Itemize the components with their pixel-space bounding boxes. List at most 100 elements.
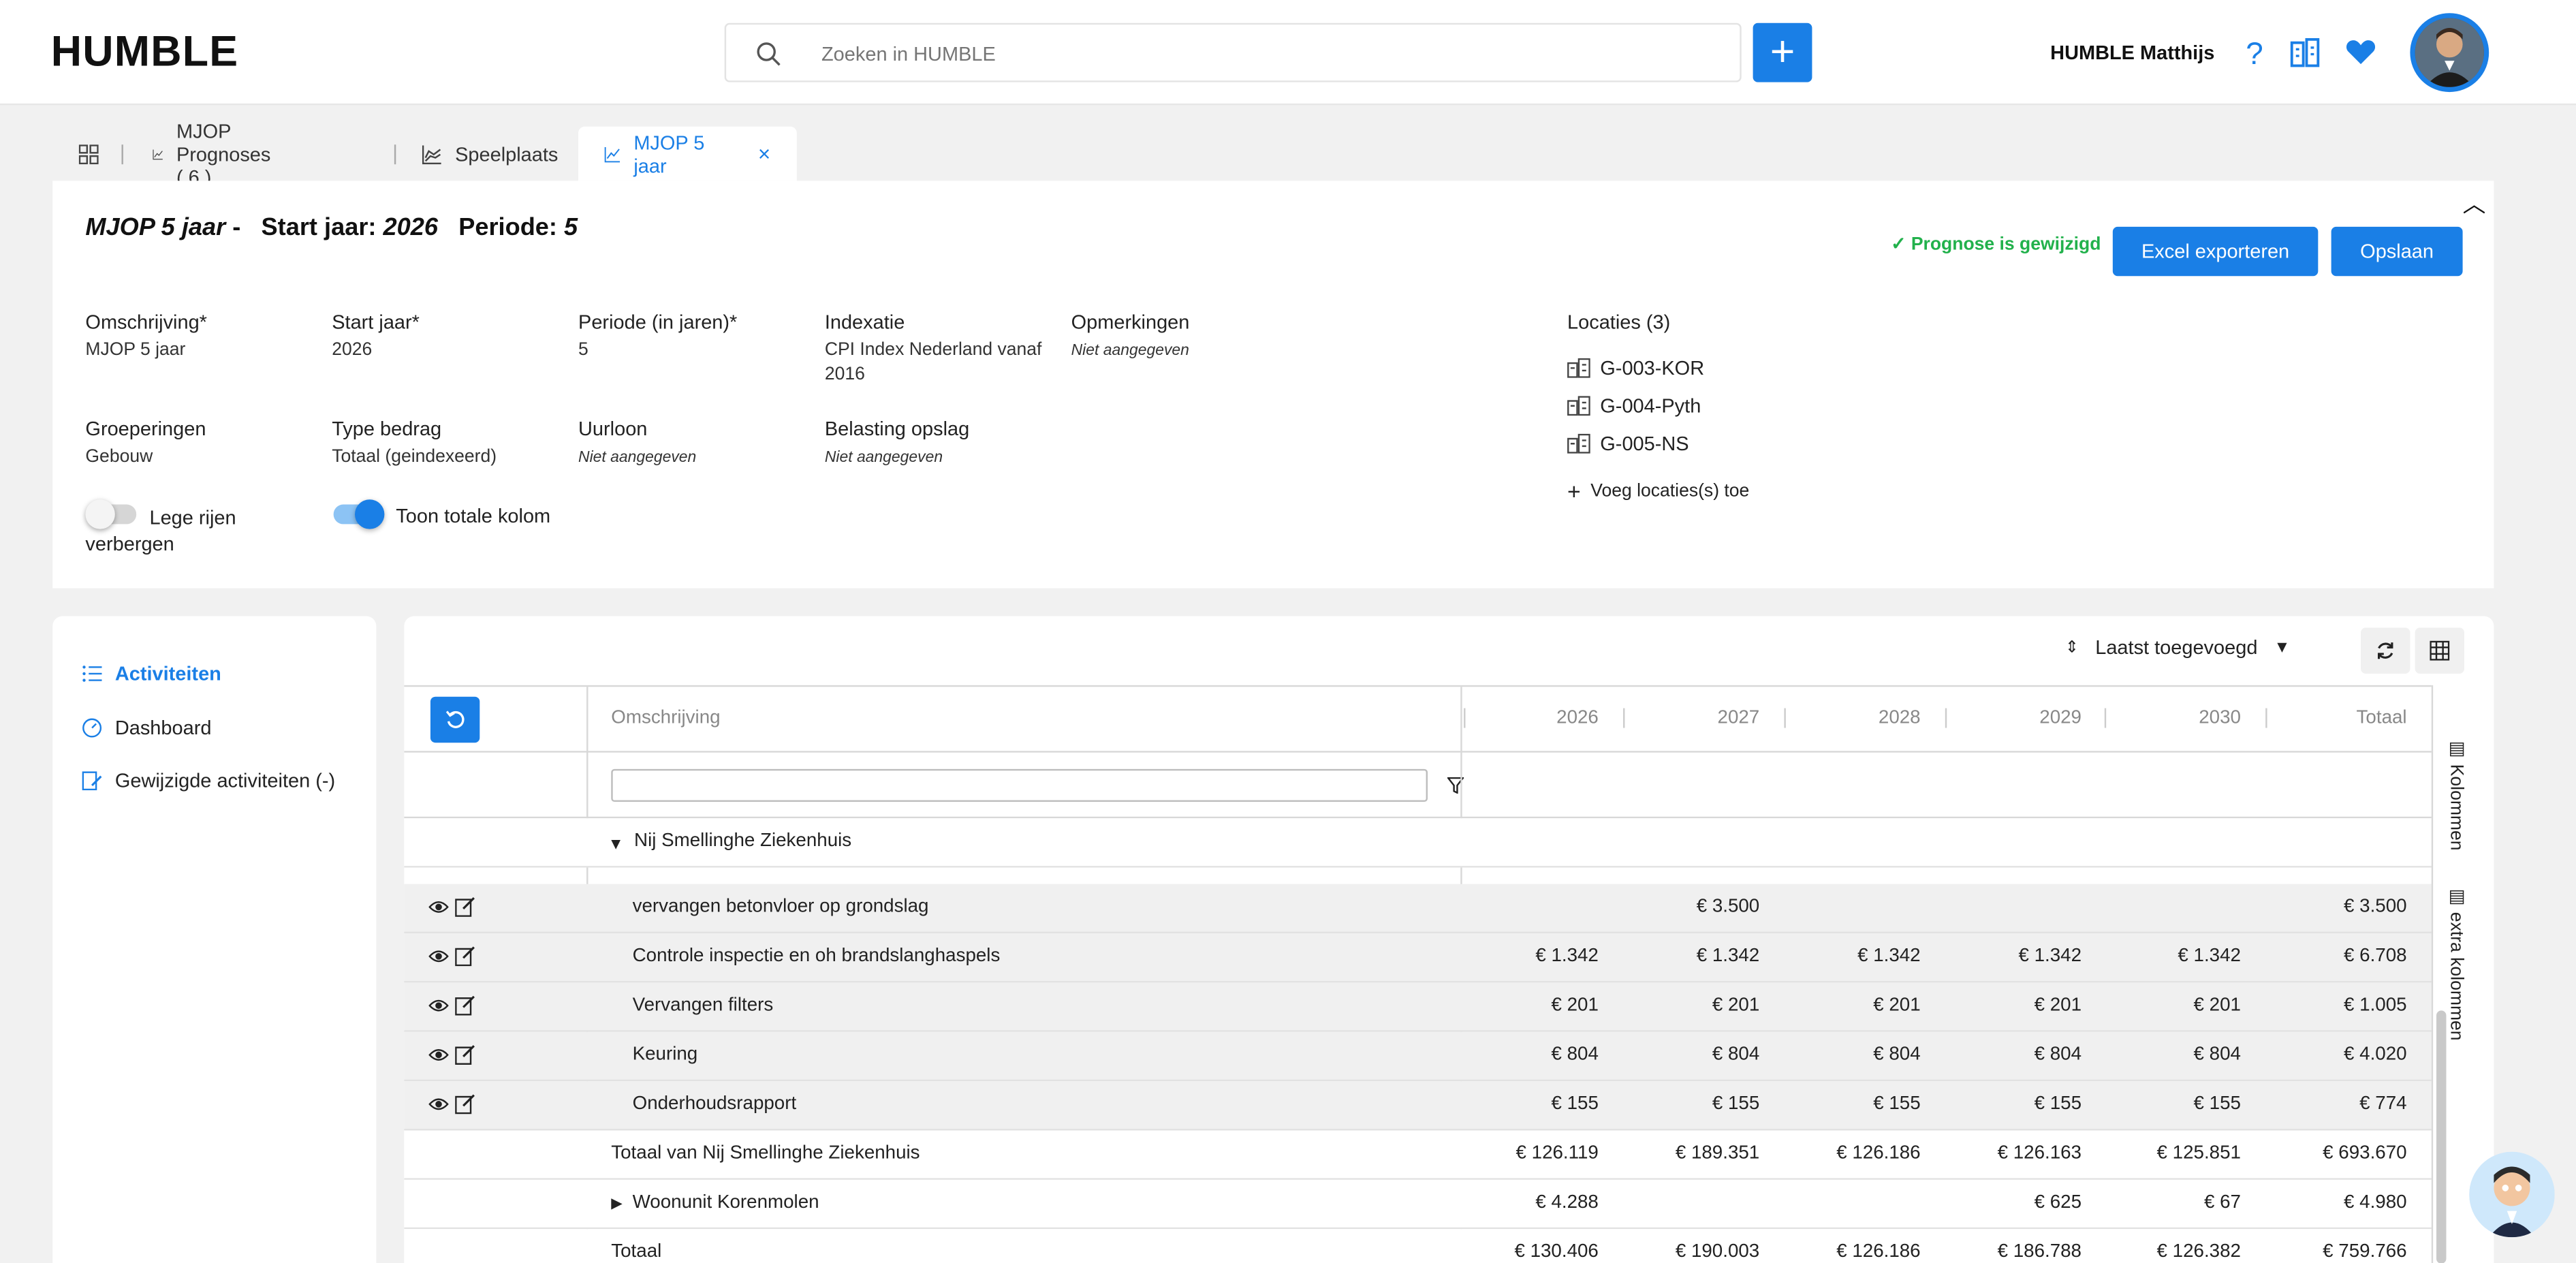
tab-mjop-prognoses[interactable]: MJOP Prognoses ( 6 ) [153,119,280,188]
periode-label: Periode: [458,213,557,242]
building-icon [1567,433,1590,454]
column-header-2026[interactable]: 2026 [1467,708,1599,728]
view-eye-icon[interactable] [428,897,449,917]
nav-item-activiteiten[interactable]: Activiteiten [82,662,221,685]
location-item[interactable]: G-005-NS [1567,432,1689,455]
field-omschrijving[interactable]: Omschrijving* MJOP 5 jaar [85,311,315,363]
cell-2030: € 155 [2193,1094,2241,1114]
tab-label: MJOP Prognoses ( 6 ) [176,119,271,189]
column-header-2028[interactable]: 2028 [1789,708,1921,728]
close-tab-icon[interactable]: × [758,141,770,166]
column-divider [1784,708,1786,728]
field-opmerkingen[interactable]: Opmerkingen Niet aangegeven [1071,311,1302,363]
tab-mjop-5-jaar[interactable]: MJOP 5 jaar × [578,126,797,181]
edit-icon[interactable] [455,995,475,1016]
location-item[interactable]: G-003-KOR [1567,356,1704,379]
field-value: Gebouw [85,447,153,467]
expand-triangle-icon[interactable]: ▾ [611,831,621,854]
cell-totaal: € 4.020 [2344,1045,2407,1065]
row-description: Totaal [611,1242,662,1262]
totale-kolom-toggle[interactable] [333,499,385,529]
nav-label: Gewijzigde activiteiten (-) [114,768,336,792]
field-periode[interactable]: Periode (in jaren)* 5 [578,311,808,363]
edit-icon[interactable] [455,1094,475,1114]
assistant-avatar[interactable] [2469,1151,2555,1238]
cell-2030: € 126.382 [2156,1242,2241,1262]
search-input[interactable] [821,37,1709,71]
list-check-icon [82,666,102,682]
field-type-bedrag[interactable]: Type bedrag Totaal (geindexeerd) [332,418,562,470]
field-uurloon[interactable]: Uurloon Niet aangegeven [578,418,808,470]
excel-export-button[interactable]: Excel exporteren [2112,226,2319,277]
extra-kolommen-tab[interactable]: ▤ extra kolommen [2446,886,2467,1041]
field-belasting-opslag[interactable]: Belasting opslag Niet aangegeven [825,418,1055,470]
refresh-button[interactable] [2361,627,2410,674]
column-divider [1623,708,1625,728]
lege-rijen-label: Lege rijen verbergen [85,505,236,556]
nav-item-gewijzigde-activiteiten[interactable]: Gewijzigde activiteiten (-) [82,768,336,792]
table-view-button[interactable] [2415,627,2464,674]
tab-overview[interactable] [78,127,99,181]
reset-button[interactable] [430,696,480,743]
area-chart-icon [422,144,441,163]
cell-totaal: € 774 [2359,1094,2407,1114]
column-header-2029[interactable]: 2029 [1950,708,2082,728]
view-eye-icon[interactable] [428,946,449,966]
search-box[interactable] [724,22,1742,82]
user-name[interactable]: HUMBLE Matthijs [2050,41,2214,64]
activity-row[interactable]: Onderhoudsrapport € 155 € 155 € 155 € 155 € 1… [404,1081,2432,1131]
user-avatar[interactable] [2410,13,2489,93]
omschrijving-filter-input[interactable] [611,768,1428,802]
kolommen-tab[interactable]: ▤ Kolommen [2446,738,2467,851]
activity-row[interactable]: Vervangen filters € 201 € 201 € 201 € 201 € 2… [404,982,2432,1032]
group-row[interactable]: ▶ Woonunit Korenmolen € 4.288 € 625 € 67… [404,1179,2432,1230]
column-header-totaal[interactable]: Totaal [2276,708,2407,728]
collapsed-triangle-icon[interactable]: ▶ [611,1195,623,1213]
plus-icon: + [1567,478,1581,505]
building-icon [1567,358,1590,378]
cell-2030: € 125.851 [2156,1143,2241,1164]
activity-row[interactable]: vervangen betonvloer op grondslag € 3.500… [404,884,2432,934]
field-indexatie[interactable]: Indexatie CPI Index Nederland vanaf 2016 [825,311,1055,388]
cell-2030: € 67 [2203,1193,2241,1213]
field-label: Indexatie [824,310,905,334]
add-button[interactable]: + [1753,22,1812,82]
column-header-omschrijving[interactable]: Omschrijving [611,708,720,728]
view-eye-icon[interactable] [428,1045,449,1065]
nav-item-dashboard[interactable]: Dashboard [82,717,211,739]
sort-updown-icon: ⇕ [2064,638,2079,657]
edit-icon[interactable] [455,1045,475,1065]
edit-icon[interactable] [455,897,475,917]
view-eye-icon[interactable] [428,996,449,1016]
row-description: Onderhoudsrapport [632,1094,797,1114]
app-logo[interactable]: HUMBLE [51,27,238,78]
buildings-icon[interactable] [2289,36,2321,69]
side-tab-label: Kolommen [2446,764,2466,851]
cell-2027: € 189.351 [1675,1143,1760,1164]
save-button[interactable]: Opslaan [2331,226,2463,277]
field-groeperingen[interactable]: Groeperingen Gebouw [85,418,315,470]
tab-speelplaats[interactable]: Speelplaats [422,127,558,181]
column-header-2027[interactable]: 2027 [1628,708,1760,728]
group-label: Nij Smellinghe Ziekenhuis [634,831,852,852]
search-icon [757,42,781,66]
sort-dropdown[interactable]: ⇕ Laatst toegevoegd ▼ [2065,636,2291,659]
activity-row[interactable]: Keuring € 804 € 804 € 804 € 804 € 804 € 4.020 [404,1031,2432,1082]
location-item[interactable]: G-004-Pyth [1567,394,1701,418]
activity-row[interactable]: Controle inspectie en oh brandslanghaspe… [404,933,2432,983]
add-location-link[interactable]: + Voeg locaties(s) toe [1567,478,1749,505]
grid-scrollbar[interactable] [2436,1010,2447,1263]
cell-2026: € 1.342 [1535,946,1599,967]
heart-icon[interactable] [2344,36,2377,69]
cell-2028: € 126.186 [1836,1242,1921,1262]
cell-2026: € 201 [1551,995,1599,1016]
collapse-icon[interactable]: ︿ [2463,187,2486,220]
field-start-jaar[interactable]: Start jaar* 2026 [332,311,562,363]
help-icon[interactable]: ? [2237,36,2270,69]
edit-icon[interactable] [455,946,475,967]
row-actions [428,946,475,967]
cell-2029: € 126.163 [1997,1143,2082,1164]
column-header-2030[interactable]: 2030 [2109,708,2241,728]
view-eye-icon[interactable] [428,1094,449,1114]
group-row[interactable]: ▾ Nij Smellinghe Ziekenhuis [404,818,2432,868]
